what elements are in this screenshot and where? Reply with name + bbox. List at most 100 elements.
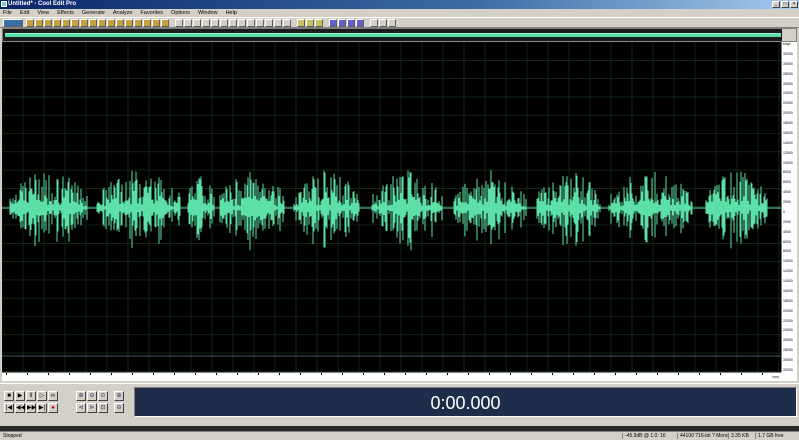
toolbar-button[interactable] bbox=[62, 19, 70, 27]
time-tick-mark bbox=[6, 373, 7, 375]
toolbar-button[interactable] bbox=[184, 19, 192, 27]
menu-item-view[interactable]: View bbox=[37, 9, 49, 17]
toolbar-button[interactable] bbox=[71, 19, 79, 27]
record-button[interactable]: ● bbox=[48, 403, 58, 413]
go-to-end-button[interactable]: ▶| bbox=[37, 403, 47, 413]
time-tick-mark bbox=[27, 373, 28, 375]
time-tick-mark bbox=[48, 373, 49, 375]
close-button[interactable]: × bbox=[790, 1, 798, 8]
time-tick-mark bbox=[720, 373, 721, 375]
toolbar-button[interactable] bbox=[98, 19, 106, 27]
amplitude-tick-label: 6000 bbox=[783, 180, 791, 185]
toolbar-button[interactable] bbox=[107, 19, 115, 27]
pause-button[interactable]: ‖ bbox=[26, 391, 36, 401]
toolbar-button[interactable] bbox=[220, 19, 228, 27]
menu-item-window[interactable]: Window bbox=[198, 9, 218, 17]
play-to-end-button[interactable]: ▷ bbox=[37, 391, 47, 401]
toolbar-button[interactable] bbox=[125, 19, 133, 27]
time-tick-mark bbox=[237, 373, 238, 375]
amplitude-tick-label: 10000 bbox=[783, 259, 793, 264]
time-tick-mark bbox=[636, 373, 637, 375]
zoom-controls: ⊕ ⊖ ⊙ ⊕ ⊲ ⊳ ⊡ ⊖ bbox=[76, 389, 130, 415]
toolbar-button[interactable] bbox=[379, 19, 387, 27]
toolbar-button[interactable] bbox=[80, 19, 88, 27]
time-tick-mark bbox=[552, 373, 553, 375]
zoom-to-right-icon[interactable]: ⊳ bbox=[87, 403, 97, 413]
go-to-start-button[interactable]: |◀ bbox=[4, 403, 14, 413]
zoom-to-left-icon[interactable]: ⊲ bbox=[76, 403, 86, 413]
toolbar-button[interactable] bbox=[202, 19, 210, 27]
toolbar-button[interactable] bbox=[274, 19, 282, 27]
time-tick-mark bbox=[468, 373, 469, 375]
stop-button[interactable]: ■ bbox=[4, 391, 14, 401]
amplitude-tick-label: 28000 bbox=[783, 71, 793, 76]
toolbar-button[interactable] bbox=[143, 19, 151, 27]
time-tick-mark bbox=[657, 373, 658, 375]
toolbar-button[interactable] bbox=[347, 19, 355, 27]
overview-scroll-button[interactable] bbox=[782, 29, 796, 41]
overview-range-bar[interactable] bbox=[5, 33, 781, 37]
fast-forward-button[interactable]: ▶▶ bbox=[26, 403, 36, 413]
toolbar-button[interactable] bbox=[229, 19, 237, 27]
toolbar-button[interactable] bbox=[152, 19, 160, 27]
toolbar-button[interactable] bbox=[297, 19, 305, 27]
minimize-button[interactable]: _ bbox=[772, 1, 780, 8]
loop-button[interactable]: ∞ bbox=[48, 391, 58, 401]
zoom-in-horizontal-icon[interactable]: ⊕ bbox=[76, 391, 86, 401]
toolbar-button[interactable] bbox=[53, 19, 61, 27]
toolbar-button[interactable] bbox=[193, 19, 201, 27]
toolbar-button[interactable] bbox=[26, 19, 34, 27]
toolbar-button[interactable] bbox=[306, 19, 314, 27]
menu-item-analyze[interactable]: Analyze bbox=[113, 9, 133, 17]
toolbar-button[interactable] bbox=[256, 19, 264, 27]
toolbar-button[interactable] bbox=[338, 19, 346, 27]
menu-item-effects[interactable]: Effects bbox=[57, 9, 74, 17]
toolbar-button[interactable] bbox=[116, 19, 124, 27]
maximize-button[interactable]: □ bbox=[781, 1, 789, 8]
menu-item-generate[interactable]: Generate bbox=[82, 9, 105, 17]
zoom-selection-icon[interactable]: ⊡ bbox=[98, 403, 108, 413]
time-tick-mark bbox=[363, 373, 364, 375]
toolbar-button[interactable] bbox=[265, 19, 273, 27]
time-tick-mark bbox=[216, 373, 217, 375]
toolbar-button[interactable] bbox=[44, 19, 52, 27]
app-icon[interactable] bbox=[1, 1, 7, 7]
amplitude-tick-label: 8000 bbox=[783, 249, 791, 254]
multitrack-toggle-button[interactable] bbox=[3, 19, 23, 27]
play-button[interactable]: ▶ bbox=[15, 391, 25, 401]
zoom-in-vertical-icon[interactable]: ⊕ bbox=[114, 391, 124, 401]
zoom-out-horizontal-icon[interactable]: ⊖ bbox=[87, 391, 97, 401]
menu-item-edit[interactable]: Edit bbox=[20, 9, 29, 17]
menu-item-help[interactable]: Help bbox=[226, 9, 237, 17]
menu-item-favorites[interactable]: Favorites bbox=[140, 9, 163, 17]
toolbar-button[interactable] bbox=[134, 19, 142, 27]
amplitude-tick-label: 6000 bbox=[783, 239, 791, 244]
toolbar-button[interactable] bbox=[388, 19, 396, 27]
toolbar-button[interactable] bbox=[161, 19, 169, 27]
toolbar-button[interactable] bbox=[315, 19, 323, 27]
waveform-overview[interactable] bbox=[2, 28, 797, 42]
menu-item-file[interactable]: File bbox=[3, 9, 12, 17]
toolbar bbox=[0, 17, 799, 28]
zoom-full-icon[interactable]: ⊙ bbox=[98, 391, 108, 401]
toolbar-button[interactable] bbox=[329, 19, 337, 27]
amplitude-tick-label: 26000 bbox=[783, 338, 793, 343]
toolbar-button[interactable] bbox=[238, 19, 246, 27]
toolbar-button[interactable] bbox=[247, 19, 255, 27]
toolbar-button[interactable] bbox=[370, 19, 378, 27]
amplitude-tick-label: 30000 bbox=[783, 61, 793, 66]
zoom-out-vertical-icon[interactable]: ⊖ bbox=[114, 403, 124, 413]
time-tick-mark bbox=[573, 373, 574, 375]
toolbar-button[interactable] bbox=[35, 19, 43, 27]
amplitude-tick-label: 30000 bbox=[783, 358, 793, 363]
toolbar-button[interactable] bbox=[211, 19, 219, 27]
transport-controls: ■ ▶ ‖ ▷ ∞ |◀ ◀◀ ▶▶ ▶| ● bbox=[4, 389, 68, 415]
toolbar-button[interactable] bbox=[175, 19, 183, 27]
waveform-display[interactable] bbox=[2, 42, 781, 372]
toolbar-button[interactable] bbox=[89, 19, 97, 27]
time-tick-mark bbox=[111, 373, 112, 375]
toolbar-button[interactable] bbox=[283, 19, 291, 27]
rewind-button[interactable]: ◀◀ bbox=[15, 403, 25, 413]
menu-item-options[interactable]: Options bbox=[171, 9, 190, 17]
toolbar-button[interactable] bbox=[356, 19, 364, 27]
